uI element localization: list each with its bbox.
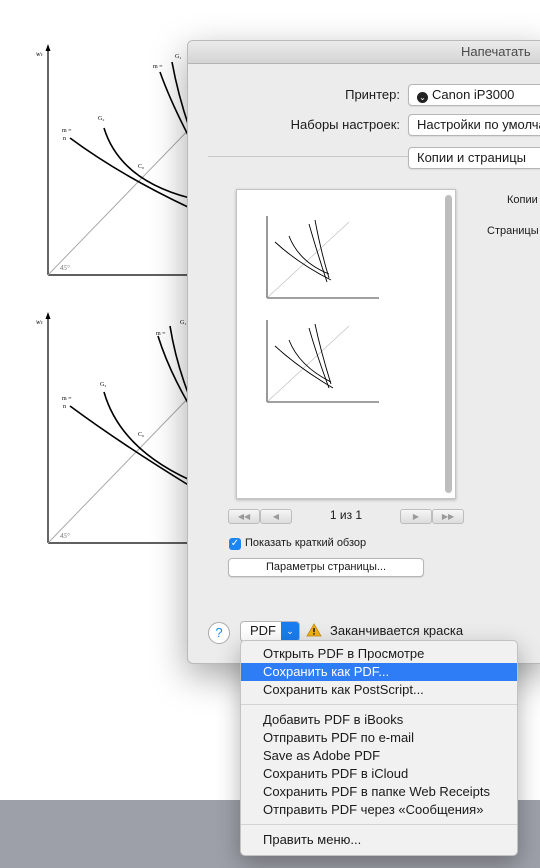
- figure-curve-label: G₁: [175, 54, 181, 60]
- figure-angle-label: 45°: [60, 264, 70, 272]
- presets-value: Настройки по умолчанию: [417, 117, 540, 132]
- first-page-button[interactable]: ◀◀: [228, 509, 260, 524]
- next-page-button[interactable]: ▶: [400, 509, 432, 524]
- figure-curve-label: m =: [62, 396, 72, 402]
- help-button[interactable]: ?: [208, 622, 230, 644]
- figure-curve-label: m =: [156, 331, 166, 337]
- menu-separator: [241, 824, 517, 825]
- dialog-title: Напечатать: [461, 44, 531, 59]
- printer-status-icon: ⌄: [417, 92, 428, 103]
- printer-select[interactable]: ⌄ Canon iP3000: [408, 84, 540, 106]
- page-setup-button[interactable]: Параметры страницы...: [228, 558, 424, 577]
- pdf-menu-button[interactable]: PDF ⌄: [240, 621, 300, 642]
- printer-value: Canon iP3000: [432, 87, 515, 102]
- dialog-title-bar: Напечатать: [188, 41, 540, 64]
- previous-page-button[interactable]: ◀: [260, 509, 292, 524]
- chevron-down-icon: ⌄: [281, 622, 299, 641]
- figure-curve-label: G₂: [98, 116, 104, 122]
- printer-label: Принтер:: [345, 87, 400, 102]
- menu-item-save-as-adobe-pdf[interactable]: Save as Adobe PDF: [241, 747, 517, 765]
- copies-label: Копии: [507, 194, 538, 206]
- figure-curve-label: C₀: [138, 432, 144, 438]
- print-dialog: Напечатать Принтер: ⌄ Canon iP3000 Наборы…: [187, 40, 540, 664]
- section-value: Копии и страницы: [417, 150, 526, 165]
- presets-select[interactable]: Настройки по умолчанию: [408, 114, 540, 136]
- ink-warning-text: Заканчивается краска: [330, 623, 464, 638]
- preview-scrollbar[interactable]: [445, 195, 452, 493]
- section-select[interactable]: Копии и страницы: [408, 147, 540, 169]
- menu-item-save-to-icloud[interactable]: Сохранить PDF в iCloud: [241, 765, 517, 783]
- page-count: 1 из 1: [329, 508, 363, 522]
- document-figure-1: wₜ G₁ m = G₂ m = n C₀ 45°: [36, 44, 200, 276]
- figure-curve-label: m =: [153, 64, 163, 70]
- document-figure-2: wₜ G₁ m = G₂ m = n C₀ 45°: [36, 312, 200, 544]
- show-summary-label: Показать краткий обзор: [245, 537, 367, 549]
- menu-item-send-via-messages[interactable]: Отправить PDF через «Сообщения»: [241, 801, 517, 819]
- pages-label: Страницы: [487, 225, 539, 237]
- figure-curve-label: n: [63, 404, 66, 410]
- presets-label: Наборы настроек:: [290, 117, 400, 132]
- menu-item-save-to-web-receipts[interactable]: Сохранить PDF в папке Web Receipts: [241, 783, 517, 801]
- checkmark-icon: ✓: [230, 538, 240, 549]
- menu-separator: [241, 704, 517, 705]
- menu-item-save-as-pdf[interactable]: Сохранить как PDF...: [241, 663, 517, 681]
- pdf-button-label: PDF: [250, 623, 276, 638]
- menu-item-edit-menu[interactable]: Править меню...: [241, 831, 517, 849]
- figure-curve-label: G₁: [180, 320, 186, 326]
- menu-item-send-by-email[interactable]: Отправить PDF по e-mail: [241, 729, 517, 747]
- figure-curve-label: n: [63, 136, 66, 142]
- menu-item-save-as-postscript[interactable]: Сохранить как PostScript...: [241, 681, 517, 699]
- show-summary-checkbox[interactable]: ✓: [229, 538, 241, 550]
- figure-y-axis-label: wₜ: [36, 50, 44, 58]
- menu-item-open-in-preview[interactable]: Открыть PDF в Просмотре: [241, 645, 517, 663]
- figure-curve-label: C₀: [138, 164, 144, 170]
- figure-y-axis-label: wₜ: [36, 318, 44, 326]
- preview-thumbnail: [266, 216, 379, 403]
- warning-triangle-icon: [306, 623, 322, 637]
- menu-item-add-to-ibooks[interactable]: Добавить PDF в iBooks: [241, 711, 517, 729]
- pdf-dropdown-menu: Открыть PDF в Просмотре Сохранить как PD…: [240, 640, 518, 856]
- last-page-button[interactable]: ▶▶: [432, 509, 464, 524]
- print-preview-page: [236, 189, 456, 499]
- figure-angle-label: 45°: [60, 532, 70, 540]
- figure-curve-label: G₂: [100, 382, 106, 388]
- figure-curve-label: m =: [62, 128, 72, 134]
